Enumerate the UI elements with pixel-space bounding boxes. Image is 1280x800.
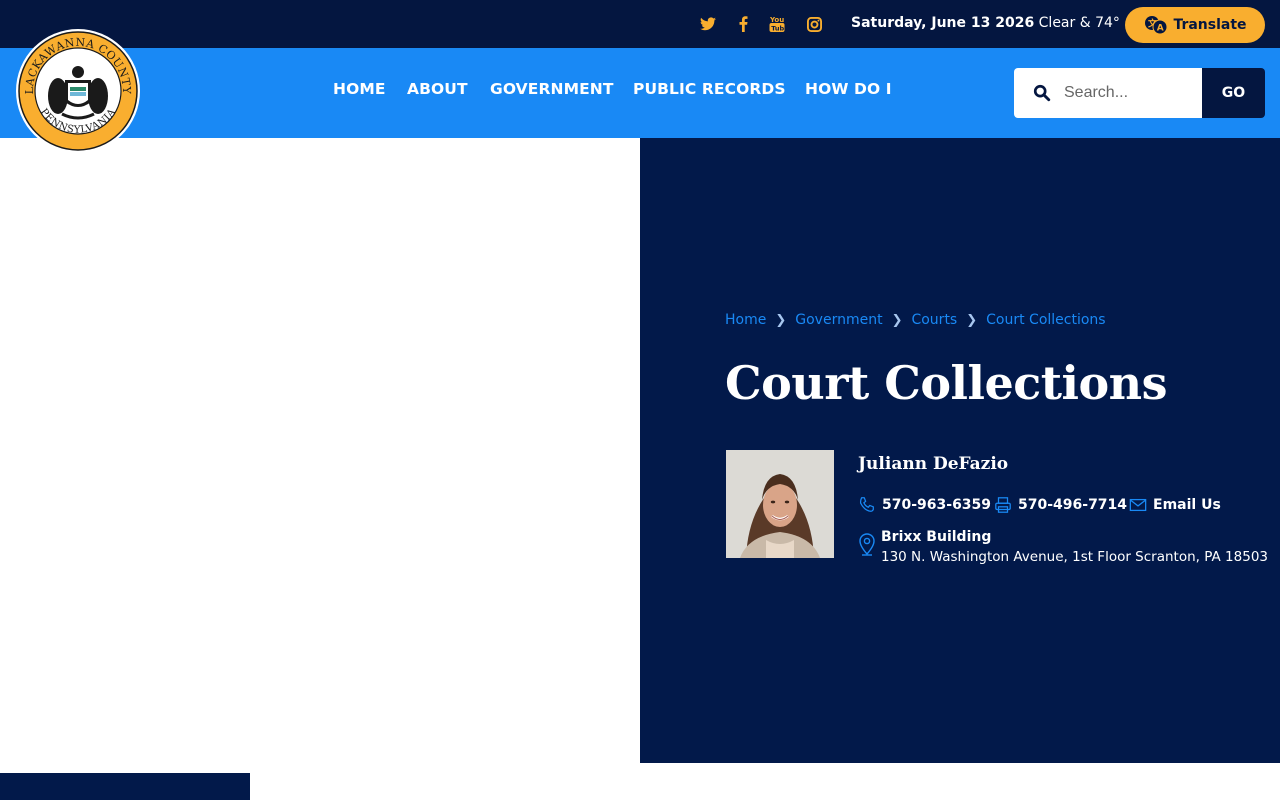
top-bar: YouTube Saturday, June 13 2026 Clear & 7… (0, 0, 1280, 48)
nav-how-do-i[interactable]: HOW DO I (805, 80, 892, 98)
breadcrumb-government[interactable]: Government (795, 312, 882, 328)
address-street: 130 N. Washington Avenue, 1st Floor Scra… (881, 549, 1268, 565)
facebook-icon[interactable] (733, 14, 753, 34)
svg-text:A: A (1157, 24, 1164, 34)
breadcrumb-current[interactable]: Court Collections (986, 312, 1105, 328)
translate-button[interactable]: 文 A Translate (1125, 7, 1265, 43)
date-weather: Saturday, June 13 2026 Clear & 74° (851, 15, 1120, 31)
nav-about[interactable]: ABOUT (407, 80, 468, 98)
phone-number: 570-963-6359 (882, 497, 992, 513)
breadcrumb-courts[interactable]: Courts (911, 312, 957, 328)
contact-photo (726, 450, 834, 558)
envelope-icon (1129, 498, 1147, 512)
twitter-icon[interactable] (698, 14, 718, 34)
youtube-icon[interactable]: YouTube (767, 14, 787, 34)
chevron-right-icon: ❯ (966, 312, 978, 328)
nav-public-records[interactable]: PUBLIC RECORDS (633, 80, 786, 98)
chevron-right-icon: ❯ (775, 312, 787, 328)
weather-text: Clear & 74° (1038, 15, 1120, 31)
search-box (1014, 68, 1202, 118)
translate-icon: 文 A (1145, 16, 1168, 35)
footer-strip (0, 773, 250, 800)
svg-text:You: You (769, 16, 784, 24)
phone-icon (859, 497, 874, 512)
page-title: Court Collections (725, 356, 1168, 410)
fax-icon (995, 497, 1011, 513)
contact-fax[interactable]: 570-496-7714 (994, 496, 1127, 514)
translate-label: Translate (1173, 17, 1247, 33)
fax-number: 570-496-7714 (1018, 497, 1128, 513)
address-building: Brixx Building (881, 529, 992, 545)
contact-name: Juliann DeFazio (858, 454, 1009, 474)
contact-email-link[interactable]: Email Us (1129, 496, 1221, 514)
email-label: Email Us (1153, 497, 1221, 513)
breadcrumb: Home ❯ Government ❯ Courts ❯ Court Colle… (725, 312, 1106, 328)
map-pin-icon (859, 533, 875, 556)
search-input[interactable] (1064, 84, 1194, 102)
search-icon (1033, 84, 1051, 102)
county-seal-logo[interactable]: LACKAWANNA COUNTY PENNSYLVANIA (15, 28, 141, 154)
nav-home[interactable]: HOME (333, 80, 386, 98)
breadcrumb-home[interactable]: Home (725, 312, 766, 328)
svg-text:Tube: Tube (771, 24, 785, 32)
instagram-icon[interactable] (804, 14, 824, 34)
contact-phone[interactable]: 570-963-6359 (858, 496, 991, 514)
nav-government[interactable]: GOVERNMENT (490, 80, 614, 98)
chevron-right-icon: ❯ (891, 312, 903, 328)
current-date: Saturday, June 13 2026 (851, 15, 1035, 31)
search-go-button[interactable]: GO (1202, 68, 1265, 118)
